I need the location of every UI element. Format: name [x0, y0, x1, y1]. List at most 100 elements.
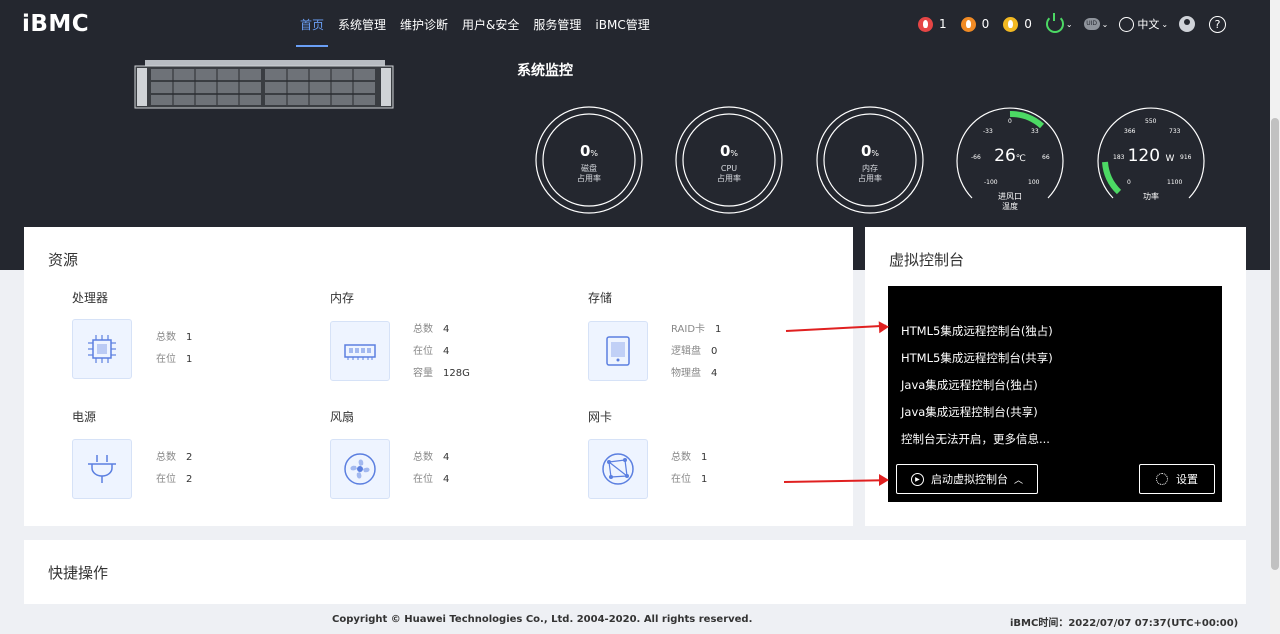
power-tick-733: 733: [1169, 128, 1181, 135]
nav-maintenance[interactable]: 维护诊断: [400, 16, 448, 47]
critical-alert-icon: [918, 16, 933, 32]
cpu-usage-label: CPU 占用率: [717, 164, 741, 183]
power-value: 120 W: [1127, 146, 1175, 166]
power-icon: [1045, 13, 1064, 33]
help-icon[interactable]: ?: [1209, 15, 1227, 33]
cpu-gauge-ring: [675, 106, 783, 214]
disk-usage-gauge: 0% 磁盘 占用率: [535, 106, 643, 214]
fan-icon-box[interactable]: [330, 439, 390, 499]
inlet-tick-minus33: -33: [983, 128, 993, 135]
disk-usage-value: 0%: [579, 142, 599, 160]
gear-icon: [1156, 473, 1168, 485]
power-tick-0: 0: [1127, 179, 1131, 186]
minor-alert-icon: [1003, 16, 1019, 32]
console-settings-button[interactable]: 设置: [1139, 464, 1215, 494]
resources-card: 资源 处理器 总数 1 在位 1 内存 总数 4 在位 4 容量 128G 存储 RAID…: [24, 227, 853, 526]
java-console-exclusive[interactable]: Java集成远程控制台(独占): [901, 377, 1038, 393]
inlet-tick-33: 33: [1031, 128, 1039, 135]
play-icon: ▶: [910, 472, 924, 486]
nav-ibmc-management[interactable]: iBMC管理: [595, 16, 649, 47]
disk-usage-label: 磁盘 占用率: [577, 164, 601, 183]
power-control[interactable]: ⌄: [1045, 13, 1073, 33]
system-monitor-title: 系统监控: [517, 63, 573, 79]
uid-control[interactable]: UID ⌄: [1083, 18, 1108, 30]
nic-title: 网卡: [588, 410, 613, 424]
app-logo: iBMC: [22, 11, 90, 37]
html5-console-exclusive[interactable]: HTML5集成远程控制台(独占): [901, 323, 1053, 339]
chevron-up-icon: ︿: [1013, 475, 1023, 486]
nav-home[interactable]: 首页: [295, 16, 329, 47]
language-label: 中文: [1137, 18, 1160, 31]
memory-usage-gauge: 0% 内存 占用率: [816, 106, 924, 214]
ibmc-time: iBMC时间：2022/07/07 07:37(UTC+00:00): [1010, 618, 1239, 629]
inlet-temperature-label: 进风口 温度: [998, 192, 1022, 211]
power-supply-icon-box[interactable]: [72, 439, 132, 499]
storage-title: 存储: [588, 291, 613, 305]
fan-icon: [344, 453, 376, 485]
power-supply-title: 电源: [72, 410, 97, 424]
power-tick-1100: 1100: [1167, 179, 1183, 186]
storage-icon-box[interactable]: [588, 321, 648, 381]
memory-gauge-ring: [816, 106, 924, 214]
user-icon[interactable]: [1179, 16, 1196, 32]
memory-usage-label: 内存 占用率: [858, 164, 882, 183]
page-scrollbar[interactable]: [1270, 0, 1280, 634]
processor-stats: 总数 1 在位 1: [156, 332, 193, 365]
processor-icon: [88, 335, 116, 363]
memory-stats: 总数 4 在位 4 容量 128G: [413, 324, 470, 379]
inlet-tick-0: 0: [1008, 118, 1012, 125]
console-dropdown-menu: HTML5集成远程控制台(独占) HTML5集成远程控制台(共享) Java集成…: [888, 286, 1222, 502]
memory-icon-box[interactable]: [330, 321, 390, 381]
scrollbar-thumb[interactable]: [1271, 118, 1279, 570]
memory-title: 内存: [330, 291, 355, 305]
language-control[interactable]: 中文 ⌄: [1119, 16, 1168, 32]
processor-icon-box[interactable]: [72, 319, 132, 379]
fan-stats: 总数 4 在位 4: [413, 452, 450, 485]
nav-service-management[interactable]: 服务管理: [533, 16, 581, 47]
nic-icon-box[interactable]: [588, 439, 648, 499]
quick-operations-card: 快捷操作: [24, 540, 1246, 604]
html5-console-shared[interactable]: HTML5集成远程控制台(共享): [901, 350, 1053, 366]
alert-minor-count: 0: [1024, 17, 1032, 31]
java-console-shared[interactable]: Java集成远程控制台(共享): [901, 404, 1038, 420]
memory-icon: [344, 344, 376, 360]
power-plug-icon: [88, 455, 116, 483]
power-gauge: 550 366 733 183 916 0 1100 120 W 功率: [1097, 106, 1205, 214]
alert-minor[interactable]: 0: [1003, 16, 1032, 32]
cpu-usage-value: 0%: [719, 142, 739, 160]
alert-critical[interactable]: 1: [918, 16, 947, 32]
alert-major-count: 0: [981, 17, 990, 31]
console-help-link[interactable]: 控制台无法开启，更多信息...: [901, 431, 1050, 447]
nic-stats: 总数 1 在位 1: [671, 452, 708, 485]
cpu-usage-gauge: 0% CPU 占用率: [675, 106, 783, 214]
inlet-tick-100: 100: [1028, 179, 1040, 186]
network-globe-icon: [602, 453, 634, 485]
virtual-console-title: 虚拟控制台: [889, 251, 965, 269]
chevron-down-icon: ⌄: [1161, 19, 1169, 29]
main-nav: 首页 系统管理 维护诊断 用户&安全 服务管理 iBMC管理: [295, 16, 664, 47]
header-controls: 1 0 0 ⌄ UID ⌄ 中文 ⌄ ?: [918, 13, 1227, 33]
annotation-arrow-head-1: [878, 320, 890, 334]
power-tick-366: 366: [1124, 128, 1136, 135]
launch-console-button[interactable]: ▶ 启动虚拟控制台 ︿: [896, 464, 1038, 494]
processor-title: 处理器: [72, 291, 109, 305]
fan-title: 风扇: [330, 410, 355, 424]
inlet-temperature-value: 26℃: [994, 146, 1026, 166]
server-image: [134, 60, 394, 109]
chevron-down-icon: ⌄: [1065, 19, 1073, 29]
power-label: 功率: [1143, 192, 1159, 201]
globe-icon: [1119, 16, 1135, 32]
inlet-temperature-gauge: 0 -33 33 -66 66 -100 100 26℃ 进风口 温度: [956, 106, 1064, 214]
alert-major[interactable]: 0: [960, 16, 990, 32]
memory-usage-value: 0%: [860, 142, 880, 160]
disk-gauge-ring: [535, 106, 643, 214]
storage-icon: [606, 336, 630, 366]
inlet-tick-minus100: -100: [984, 179, 998, 186]
major-alert-icon: [960, 16, 976, 32]
uid-icon: UID: [1083, 18, 1100, 30]
annotation-arrow-head-2: [879, 474, 889, 486]
power-tick-550: 550: [1145, 118, 1157, 125]
nav-system-management[interactable]: 系统管理: [338, 16, 386, 47]
quick-operations-title: 快捷操作: [48, 564, 109, 582]
nav-user-security[interactable]: 用户&安全: [462, 16, 519, 47]
